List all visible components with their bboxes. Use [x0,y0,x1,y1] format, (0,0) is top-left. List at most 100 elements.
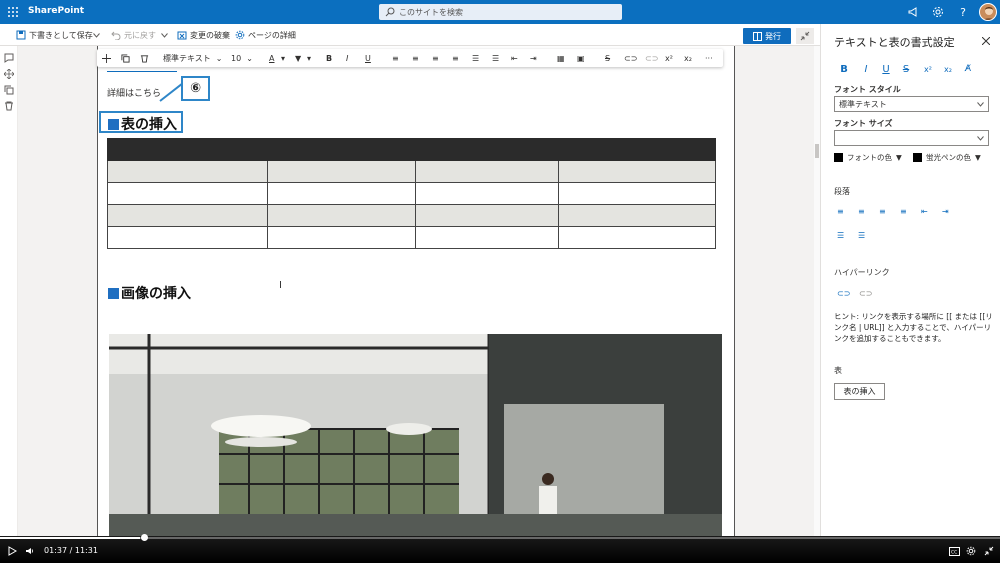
font-size-select[interactable] [834,130,989,146]
table-cell[interactable] [415,226,559,249]
outdent-icon[interactable]: ⇤ [921,207,928,216]
numbered-list-icon[interactable]: ☰ [858,231,865,240]
font-style-select[interactable]: 標準テキスト [834,96,989,112]
strikethrough-icon[interactable]: S [605,52,610,64]
align-center-icon[interactable]: ≡ [412,52,419,64]
table-row[interactable] [107,160,716,183]
table-cell[interactable] [267,182,416,205]
table-cell[interactable] [267,160,416,183]
justify-icon[interactable]: ≡ [900,207,907,216]
bullet-list-icon[interactable]: ☰ [472,52,479,64]
duplicate-icon[interactable] [121,52,130,64]
bold-icon[interactable]: B [326,52,332,64]
move-icon[interactable] [3,68,15,80]
close-icon[interactable] [981,36,991,46]
avatar[interactable] [979,3,997,21]
video-scrubber-handle[interactable] [141,534,148,541]
table-cell[interactable] [107,160,268,183]
font-color-dropdown[interactable]: ▾ [281,52,285,64]
align-right-icon[interactable]: ≡ [879,207,886,216]
scrollbar-thumb[interactable] [815,144,819,158]
settings-icon[interactable] [965,545,977,557]
underline-icon[interactable]: U [365,52,371,64]
outdent-icon[interactable]: ⇤ [511,52,518,64]
link-icon[interactable]: ⊂⊃ [624,52,637,64]
image-icon[interactable]: ▣ [577,52,585,64]
more-options-icon[interactable]: ··· [705,52,713,64]
page-details-button[interactable]: ページの詳細 [235,28,296,42]
table-cell[interactable] [107,182,268,205]
highlight-icon[interactable]: ▼ [295,52,301,64]
align-left-icon[interactable]: ≡ [837,207,844,216]
table-cell[interactable] [107,204,268,227]
superscript-icon[interactable]: x² [665,52,673,64]
numbered-list-icon[interactable]: ☰ [492,52,499,64]
table-cell[interactable] [415,204,559,227]
justify-icon[interactable]: ≡ [452,52,459,64]
subscript-icon[interactable]: x₂ [941,62,955,76]
fullscreen-exit-icon[interactable] [983,545,995,557]
content-table[interactable] [107,138,716,249]
font-size-dropdown[interactable]: 10 ⌄ [231,52,253,64]
italic-icon[interactable]: I [346,52,348,64]
captions-icon[interactable]: CC [948,545,960,557]
indent-icon[interactable]: ⇥ [530,52,537,64]
megaphone-icon[interactable] [906,5,920,19]
italic-icon[interactable]: I [859,62,873,76]
heading-image[interactable]: 画像の挿入 [108,283,191,303]
delete-icon[interactable] [140,52,149,64]
subscript-icon[interactable]: x₂ [684,52,692,64]
volume-icon[interactable] [24,545,36,557]
edit-section-icon[interactable] [3,52,15,64]
table-cell[interactable] [558,160,716,183]
gear-icon[interactable] [931,5,945,19]
table-icon[interactable]: ▦ [557,52,565,64]
detail-text[interactable]: 詳細はこちら [107,86,161,99]
table-cell[interactable] [415,182,559,205]
app-name[interactable]: SharePoint [28,6,84,16]
table-row[interactable] [107,204,716,227]
font-color-picker[interactable]: フォントの色 ▼ [834,152,902,163]
align-center-icon[interactable]: ≡ [858,207,865,216]
text-style-dropdown[interactable]: 標準テキスト ⌄ [163,52,222,64]
duplicate-icon[interactable] [3,84,15,96]
video-progress-track[interactable] [0,537,1000,539]
delete-icon[interactable] [3,100,15,112]
undo-button[interactable]: 元に戻す [111,28,156,42]
table-cell[interactable] [558,226,716,249]
superscript-icon[interactable]: x² [921,62,935,76]
heading-table[interactable]: 表の挿入 [108,114,177,134]
underline-icon[interactable]: U [879,62,893,76]
table-header-row[interactable] [107,138,716,161]
table-cell[interactable] [558,204,716,227]
font-color-icon[interactable]: A [269,52,274,64]
play-icon[interactable] [6,545,18,557]
search-box[interactable]: このサイトを検索 [379,4,622,20]
undo-dropdown[interactable] [161,28,168,42]
discard-changes-button[interactable]: 変更の破棄 [177,28,230,42]
strikethrough-icon[interactable]: S [899,62,913,76]
table-cell[interactable] [267,226,416,249]
move-icon[interactable] [102,52,111,64]
bullet-list-icon[interactable]: ☰ [837,231,844,240]
office-photo[interactable] [109,334,722,536]
table-cell[interactable] [107,138,716,161]
table-row[interactable] [107,182,716,205]
help-icon[interactable]: ? [956,5,970,19]
table-cell[interactable] [267,204,416,227]
highlight-color-picker[interactable]: 蛍光ペンの色 ▼ [913,152,981,163]
indent-icon[interactable]: ⇥ [942,207,949,216]
save-dropdown[interactable] [93,28,100,42]
link-icon[interactable]: ⊂⊃ [837,289,850,298]
link-fragment[interactable] [107,68,177,72]
table-cell[interactable] [415,160,559,183]
unlink-icon[interactable]: ⊂⊃ [859,289,872,298]
align-right-icon[interactable]: ≡ [432,52,439,64]
publish-button[interactable]: 発行 [743,28,791,44]
clear-format-icon[interactable]: A̸ [961,62,975,76]
align-left-icon[interactable]: ≡ [392,52,399,64]
insert-table-button[interactable]: 表の挿入 [834,383,885,400]
bold-icon[interactable]: B [837,62,851,76]
collapse-pane-button[interactable] [796,28,814,44]
table-cell[interactable] [558,182,716,205]
